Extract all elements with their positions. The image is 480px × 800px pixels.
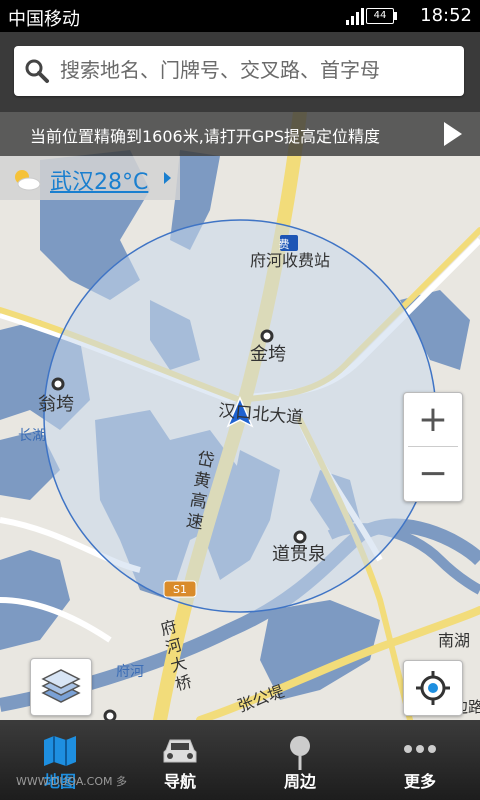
zoom-controls: + − [403, 392, 463, 502]
partly-cloudy-icon [15, 170, 41, 191]
carrier-name: 中国移动 [8, 9, 80, 30]
nav-item-nearby[interactable]: 周边 [240, 720, 360, 800]
layers-icon [41, 669, 81, 703]
battery-icon: 44 [366, 8, 397, 24]
clock: 18:52 [420, 5, 472, 26]
zoom-out-button[interactable]: − [404, 447, 462, 500]
nav-item-more[interactable]: 更多 [360, 720, 480, 800]
gps-accuracy-banner[interactable]: 当前位置精确到1606米,请打开GPS提高定位精度 [0, 112, 480, 156]
poi-nanhu[interactable]: 南湖 [438, 631, 470, 650]
nav-label-navigation: 导航 [163, 772, 196, 791]
car-icon [163, 739, 197, 763]
search-icon[interactable] [24, 58, 50, 84]
toll-badge-label: 费 [279, 238, 290, 251]
crosshair-icon [416, 671, 450, 705]
status-bar: 中国移动 44 18:52 [0, 0, 480, 32]
nav-item-navigation[interactable]: 导航 [120, 720, 240, 800]
zoom-in-button[interactable]: + [404, 393, 462, 446]
watermark: WWW.DUOA.COM 多 [16, 775, 128, 788]
pin-icon [290, 736, 310, 770]
nav-label-nearby: 周边 [283, 772, 316, 791]
locate-me-button[interactable] [403, 660, 463, 716]
map-icon [44, 736, 76, 766]
weather-expand-icon[interactable] [164, 172, 171, 184]
poi-toll-station[interactable]: 府河收费站 [250, 251, 330, 270]
poi-wengwan[interactable]: 翁垮 [38, 394, 74, 415]
poi-jinwan[interactable]: 金垮 [250, 344, 286, 365]
poi-daoguanquan[interactable]: 道贯泉 [272, 544, 326, 565]
play-arrow-icon[interactable] [444, 122, 462, 146]
weather-text[interactable]: 武汉28°C [50, 164, 148, 196]
gps-banner-text: 当前位置精确到1606米,请打开GPS提高定位精度 [30, 127, 381, 146]
water-label-fuhe: 府河 [116, 664, 144, 680]
layers-button[interactable] [30, 658, 92, 716]
water-label-changhu: 长湖 [18, 428, 46, 444]
s1-shield-label: S1 [173, 583, 187, 596]
search-box[interactable] [14, 46, 464, 96]
search-bar [0, 32, 480, 112]
signal-icon [346, 7, 364, 25]
more-dots-icon [404, 745, 436, 753]
nav-label-more: 更多 [403, 772, 436, 791]
weather-widget[interactable]: 武汉28°C [0, 156, 180, 200]
search-input[interactable] [60, 54, 452, 88]
